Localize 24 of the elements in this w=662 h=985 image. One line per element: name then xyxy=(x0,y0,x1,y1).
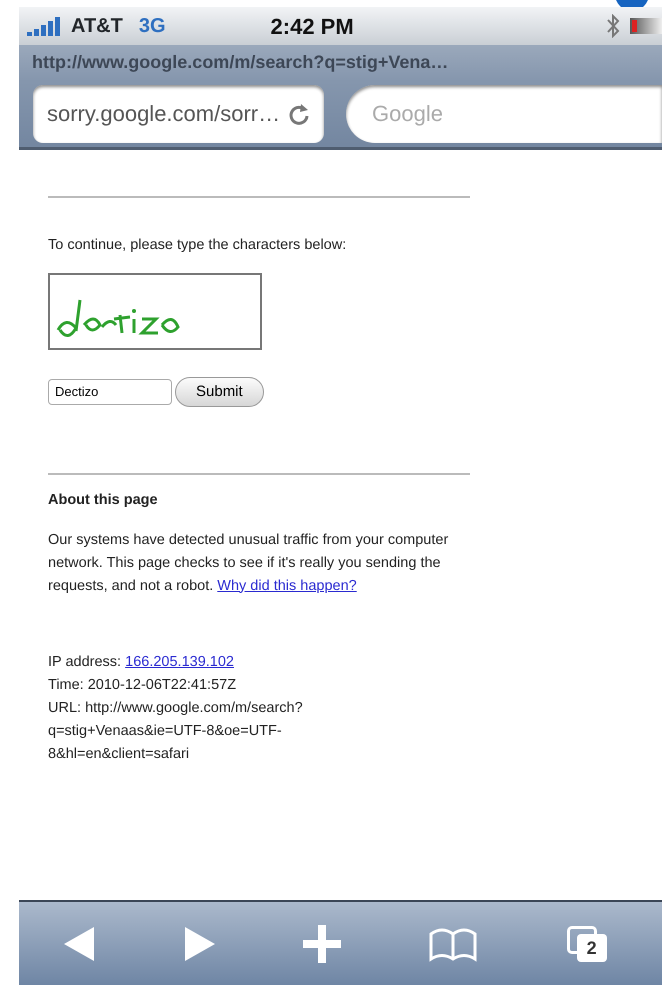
time-text: Time: 2010-12-06T22:41:57Z xyxy=(48,676,238,694)
tabs-button[interactable]: 2 xyxy=(564,924,609,964)
ip-link[interactable]: 166.205.139.102 xyxy=(125,654,234,670)
submit-button[interactable]: Submit xyxy=(175,376,264,407)
address-field[interactable]: sorry.google.com/sorr… xyxy=(33,84,324,142)
section-heading: About this page xyxy=(48,490,159,510)
help-link[interactable]: Why did this happen? xyxy=(217,578,357,594)
prompt-text: To continue, please type the characters below: xyxy=(48,236,348,255)
forward-button[interactable] xyxy=(182,924,217,962)
url-text: URL: http://www.google.com/m/search? q=stig+Venaas&ie=UTF-8&oe=UTF- 8&hl=en&client=safari xyxy=(48,698,304,764)
bookmarks-button[interactable] xyxy=(428,926,478,962)
carrier-name: AT&T xyxy=(71,14,123,39)
back-button[interactable] xyxy=(62,924,96,962)
search-field[interactable]: Google xyxy=(346,84,662,142)
reload-icon[interactable] xyxy=(288,102,310,126)
bluetooth-icon xyxy=(606,14,620,38)
add-button[interactable] xyxy=(303,924,342,962)
battery-icon xyxy=(630,18,662,34)
network-type: 3G xyxy=(138,14,166,39)
captcha-input[interactable]: Dectizo xyxy=(48,378,172,405)
page-title: http://www.google.com/m/search?q=stig+Vena… xyxy=(19,45,662,80)
about-paragraph: Our systems have detected unusual traffic from your computer network. This page checks to see if it's really you sending the requests, and not a robot. Why did this happen? xyxy=(48,530,450,596)
clock-time: 2:42 PM xyxy=(270,12,354,40)
ip-label: IP address: xyxy=(48,654,122,670)
